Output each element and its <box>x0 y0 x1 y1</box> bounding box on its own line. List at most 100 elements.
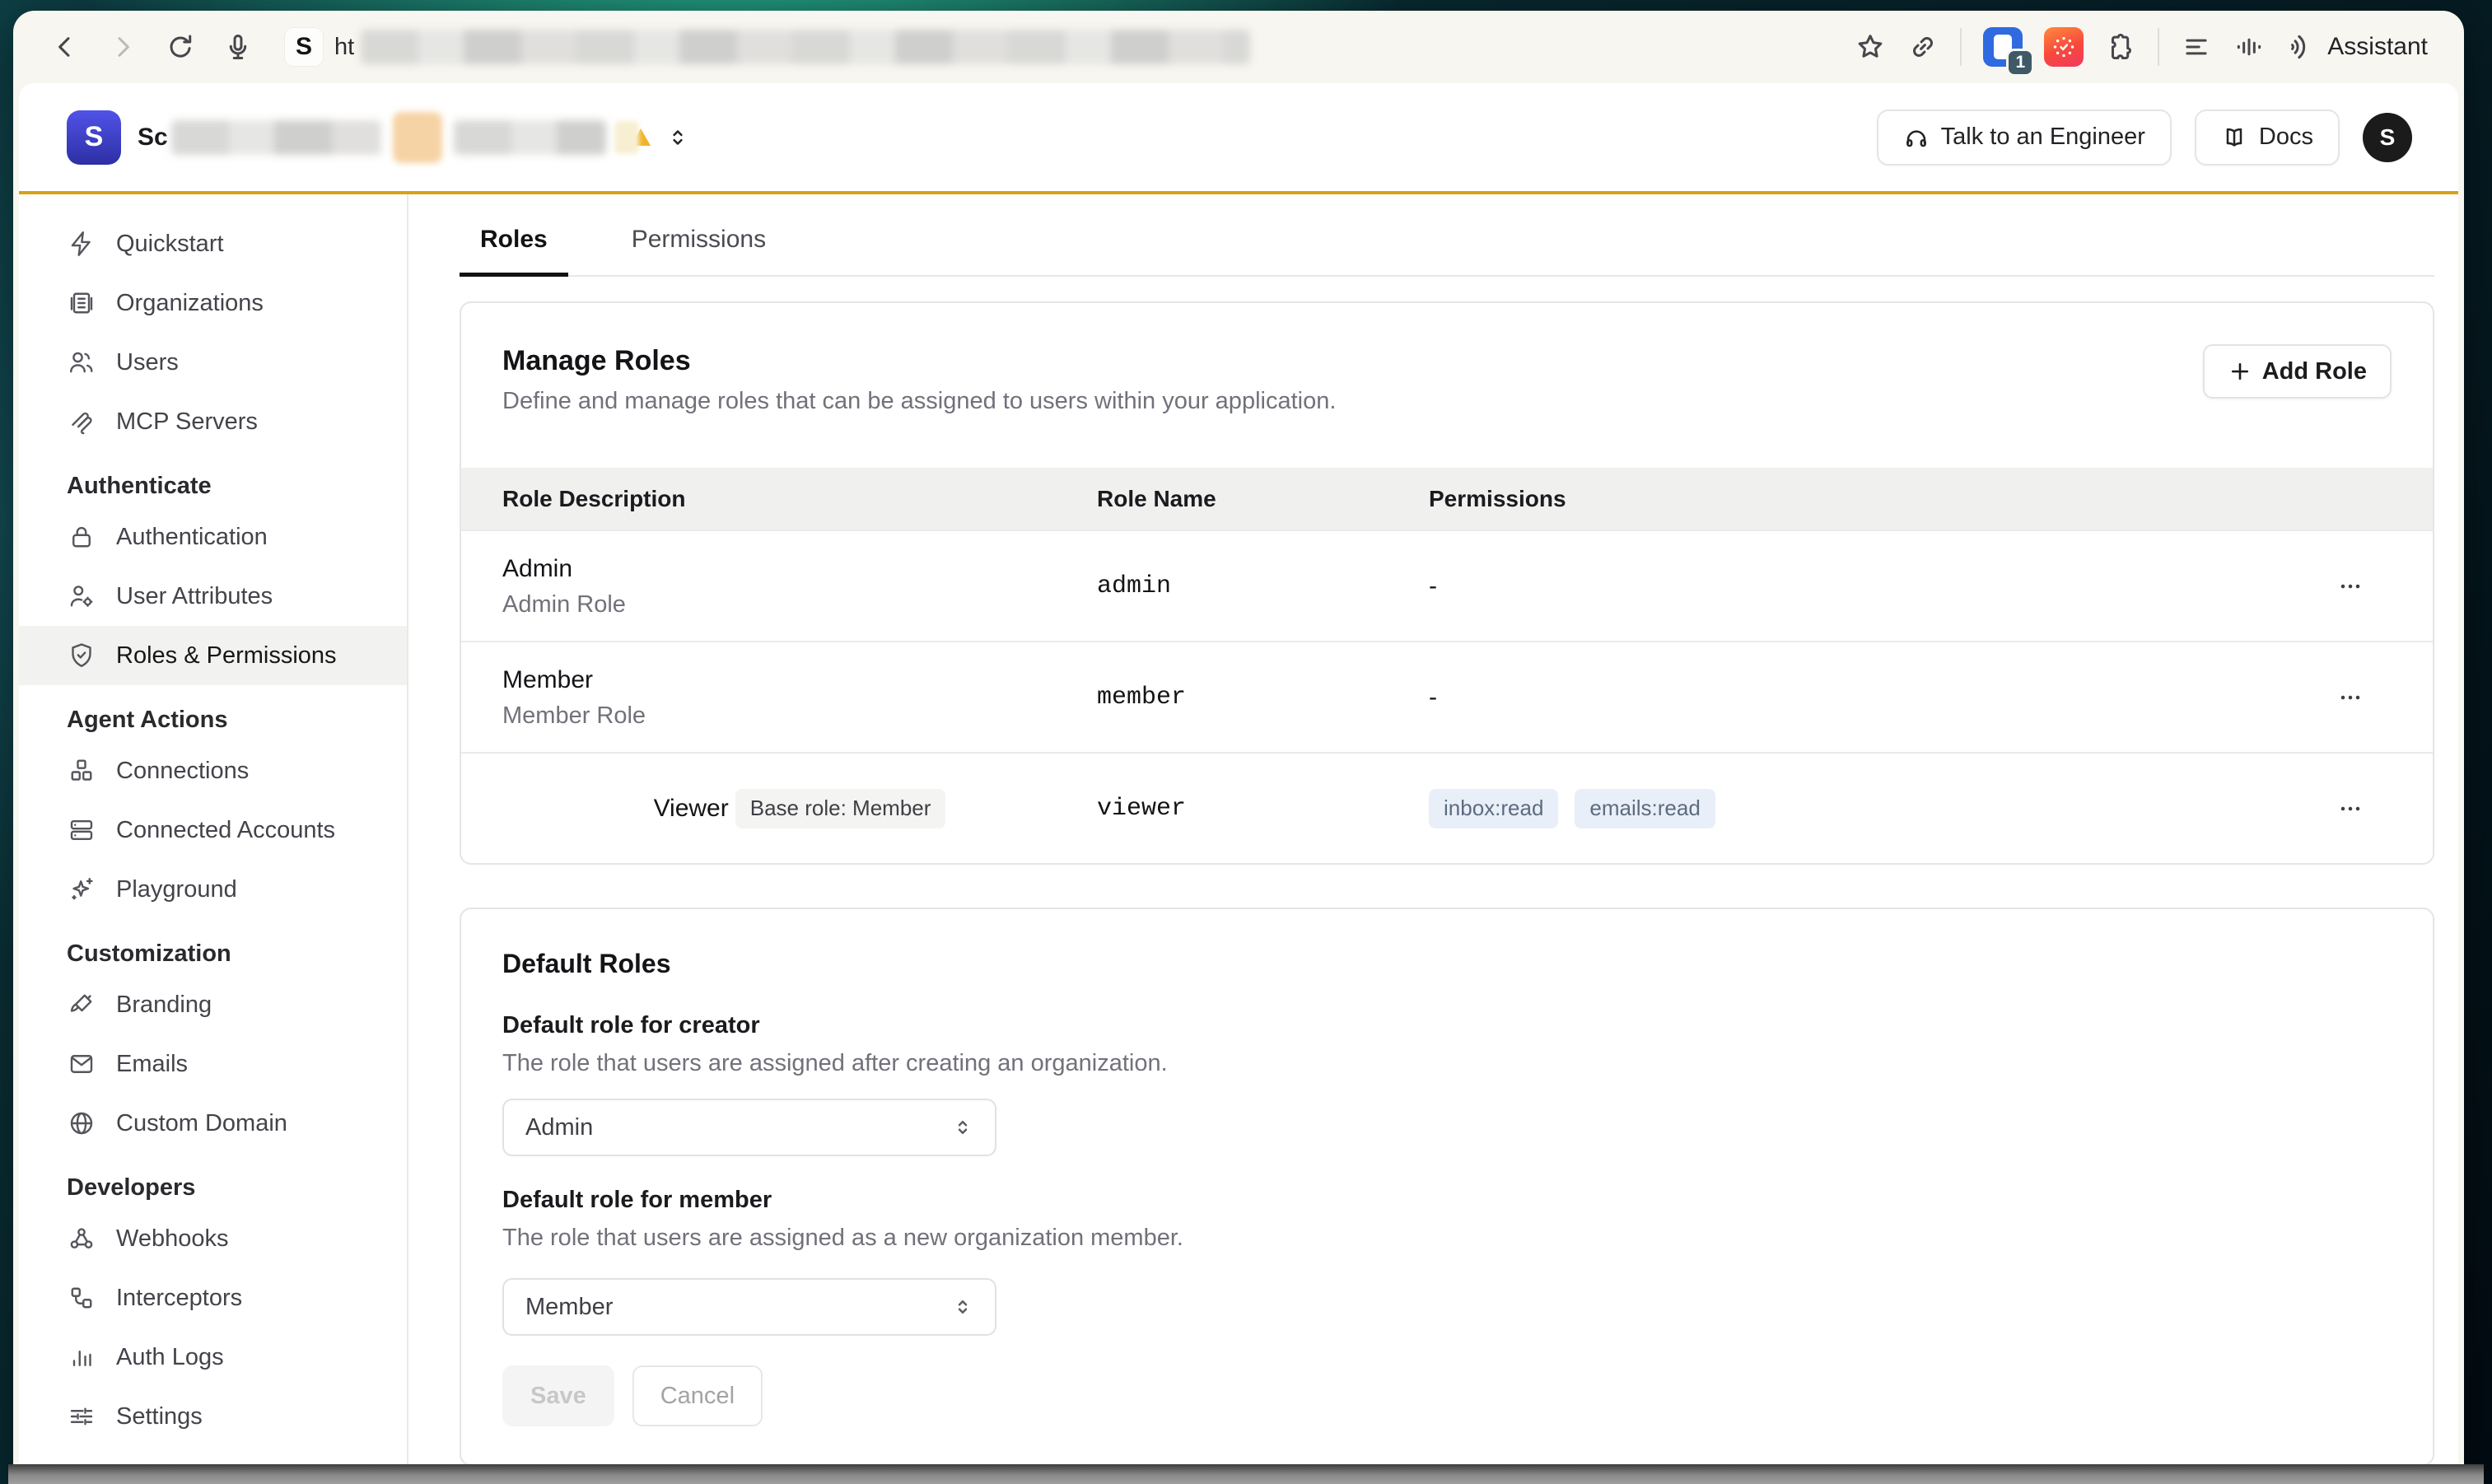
column-role-description: Role Description <box>461 486 1097 512</box>
book-icon <box>2221 124 2247 151</box>
manage-roles-card: Manage Roles Define and manage roles tha… <box>460 301 2434 865</box>
ellipsis-icon <box>2336 683 2365 712</box>
sidebar-item-organizations[interactable]: Organizations <box>19 273 407 333</box>
logo-letter: S <box>85 121 104 153</box>
sidebar-item-webhooks[interactable]: Webhooks <box>19 1209 407 1268</box>
ellipsis-icon <box>2336 572 2365 601</box>
row-menu-button[interactable] <box>2324 782 2377 835</box>
sidebar-item-settings[interactable]: Settings <box>19 1387 407 1446</box>
users-icon <box>67 348 96 377</box>
role-title: Admin <box>502 554 1097 584</box>
sidebar-item-connections[interactable]: Connections <box>19 741 407 800</box>
url-bar[interactable]: S ht <box>285 28 1250 66</box>
sidebar-item-emails[interactable]: Emails <box>19 1034 407 1094</box>
save-button[interactable]: Save <box>502 1365 614 1426</box>
building-icon <box>67 288 96 318</box>
app-header: S Sc Talk to an Engineer Docs S <box>19 83 2458 194</box>
ellipsis-icon <box>2336 794 2365 824</box>
talk-to-engineer-button[interactable]: Talk to an Engineer <box>1877 110 2172 166</box>
role-subtitle: Member Role <box>502 702 1097 730</box>
row-menu-button[interactable] <box>2324 671 2377 724</box>
lock-icon <box>67 522 96 552</box>
back-icon[interactable] <box>49 31 81 63</box>
sidebar-item-interceptors[interactable]: Interceptors <box>19 1268 407 1328</box>
workspace-switcher[interactable]: Sc <box>138 112 690 163</box>
sidebar-item-label: Roles & Permissions <box>116 642 337 670</box>
sidebar-item-connected-accounts[interactable]: Connected Accounts <box>19 800 407 860</box>
workspace-name: Sc <box>138 124 168 152</box>
voice-waveform-icon[interactable] <box>2233 31 2265 63</box>
webhook-icon <box>67 1224 96 1253</box>
manage-roles-title: Manage Roles <box>502 344 2392 377</box>
sidebar-item-roles-permissions[interactable]: Roles & Permissions <box>19 626 407 685</box>
user-avatar[interactable]: S <box>2363 113 2412 162</box>
sidebar-item-label: Custom Domain <box>116 1110 287 1137</box>
cancel-button[interactable]: Cancel <box>632 1365 763 1426</box>
sidebar-item-authentication[interactable]: Authentication <box>19 507 407 567</box>
header-actions: Talk to an Engineer Docs S <box>1877 110 2412 166</box>
toolbar-separator <box>2158 28 2159 66</box>
sidebar-item-label: Branding <box>116 992 212 1019</box>
sidebar-item-label: Interceptors <box>116 1285 242 1312</box>
extension-blue-icon[interactable]: 1 <box>1983 27 2023 67</box>
row-menu-button[interactable] <box>2324 560 2377 613</box>
sidebar-item-playground[interactable]: Playground <box>19 860 407 919</box>
add-role-button[interactable]: Add Role <box>2203 344 2392 399</box>
clock-dial-glyph <box>2050 33 2078 61</box>
extensions-puzzle-icon[interactable] <box>2105 31 2136 63</box>
manage-roles-description: Define and manage roles that can be assi… <box>502 387 2392 415</box>
paintbrush-icon <box>67 990 96 1020</box>
sidebar-item-auth-logs[interactable]: Auth Logs <box>19 1328 407 1387</box>
creator-select-value: Admin <box>525 1114 593 1141</box>
url-text: ht <box>334 34 354 61</box>
sidebar-item-user-attributes[interactable]: User Attributes <box>19 567 407 626</box>
forward-icon[interactable] <box>107 31 138 63</box>
sidebar-item-quickstart[interactable]: Quickstart <box>19 214 407 273</box>
role-subtitle: Admin Role <box>502 590 1097 618</box>
sidebar-item-branding[interactable]: Branding <box>19 975 407 1034</box>
redacted-workspace-emoji <box>393 112 442 163</box>
reader-list-icon[interactable] <box>2181 31 2212 63</box>
sidebar-item-label: User Attributes <box>116 583 273 610</box>
docs-button[interactable]: Docs <box>2195 110 2340 166</box>
cubes-icon <box>67 756 96 786</box>
app-logo[interactable]: S <box>67 110 121 165</box>
main-content: Roles Permissions Manage Roles Define an… <box>408 194 2458 1484</box>
sidebar-item-label: Organizations <box>116 290 264 317</box>
sparkle-icon <box>67 875 96 904</box>
scribble-icon <box>67 407 96 436</box>
microphone-icon[interactable] <box>222 31 254 63</box>
sidebar-item-users[interactable]: Users <box>19 333 407 392</box>
sidebar-section-developers: Developers <box>19 1166 407 1209</box>
mail-icon <box>67 1049 96 1079</box>
sidebar-item-label: Users <box>116 349 179 376</box>
chevron-up-down-icon <box>950 1295 975 1319</box>
shield-check-icon <box>67 641 96 670</box>
extension-clock-icon[interactable] <box>2044 27 2084 67</box>
assistant-button[interactable]: Assistant <box>2286 31 2428 63</box>
app-body: Quickstart Organizations Users MCP Serve… <box>19 194 2458 1484</box>
redacted-workspace-text <box>614 121 639 154</box>
manage-roles-header: Manage Roles Define and manage roles tha… <box>461 303 2433 468</box>
sidebar-section-agent-actions: Agent Actions <box>19 698 407 741</box>
permission-badge: emails:read <box>1575 789 1715 828</box>
reload-icon[interactable] <box>165 31 196 63</box>
role-title: Viewer <box>654 794 729 824</box>
member-select-value: Member <box>525 1294 613 1321</box>
tab-roles[interactable]: Roles <box>460 226 568 275</box>
bookmark-star-icon[interactable] <box>1855 31 1886 63</box>
roles-table-header: Role Description Role Name Permissions <box>461 468 2433 530</box>
sidebar-section-customization: Customization <box>19 932 407 975</box>
chevron-up-down-icon <box>950 1115 975 1140</box>
default-role-member-select[interactable]: Member <box>502 1278 996 1336</box>
default-role-creator-select[interactable]: Admin <box>502 1099 996 1156</box>
add-role-label: Add Role <box>2262 358 2367 385</box>
sidebar-item-custom-domain[interactable]: Custom Domain <box>19 1094 407 1153</box>
favicon-letter: S <box>296 33 312 61</box>
window-bottom-edge <box>8 1464 2484 1484</box>
tab-permissions[interactable]: Permissions <box>611 226 786 275</box>
copy-link-icon[interactable] <box>1907 31 1939 63</box>
sidebar-item-mcp-servers[interactable]: MCP Servers <box>19 392 407 451</box>
stacked-rows-icon <box>67 815 96 845</box>
sidebar-item-label: Quickstart <box>116 231 224 258</box>
